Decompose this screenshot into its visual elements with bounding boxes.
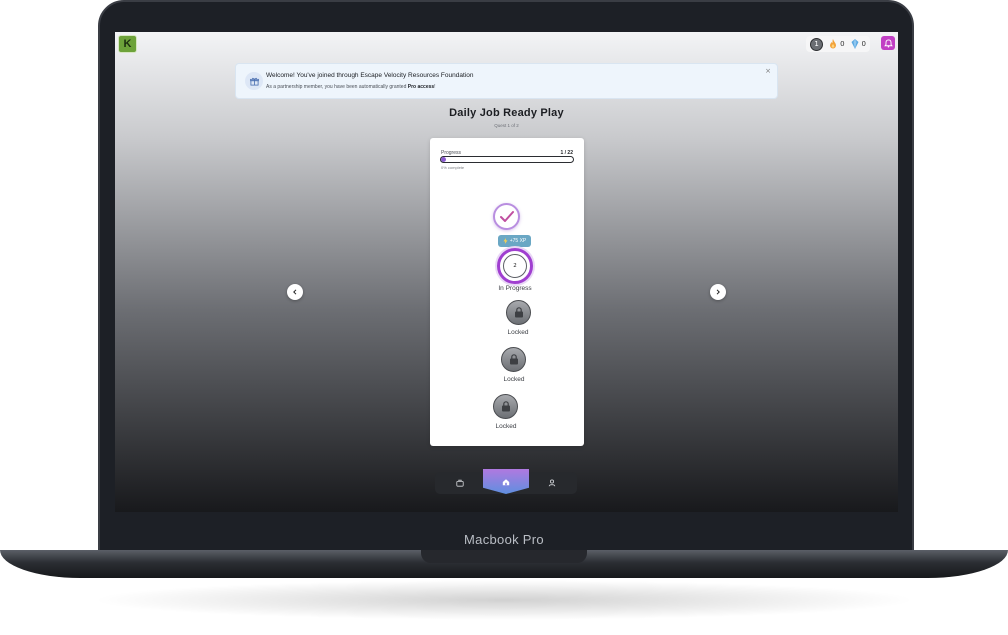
bell-icon	[883, 38, 893, 48]
tab-profile[interactable]	[529, 472, 575, 494]
next-quest-button[interactable]	[710, 284, 726, 300]
gems-stat[interactable]: 0	[851, 39, 866, 49]
user-icon	[548, 479, 556, 487]
partnership-banner: Welcome! You've joined through Escape Ve…	[235, 63, 778, 99]
page-title: Daily Job Ready Play	[449, 107, 564, 119]
stage: K 1 0 0 Welcome! You've joined through E…	[0, 0, 1008, 635]
quest-node-locked-3[interactable]	[493, 394, 518, 419]
notifications-button[interactable]	[881, 36, 895, 50]
briefcase-icon	[456, 479, 464, 487]
level-badge: 1	[810, 37, 824, 51]
progress-fill	[441, 157, 447, 162]
gift-icon	[245, 72, 263, 90]
prev-quest-button[interactable]	[287, 284, 303, 300]
quest-node-locked-1[interactable]	[506, 300, 531, 325]
quest-card: Progress 1 / 22 0% complete +75 XP 2 In …	[430, 138, 584, 446]
streak-stat[interactable]: 0	[829, 39, 845, 49]
lock-icon	[501, 401, 510, 412]
app-logo[interactable]: K	[118, 35, 137, 53]
home-icon	[502, 478, 510, 485]
quest-node-locked-2[interactable]	[501, 347, 526, 372]
lock-icon	[509, 354, 518, 365]
progress-percent: 0% complete	[441, 165, 465, 170]
tab-jobs[interactable]	[437, 472, 483, 494]
gems-count: 0	[861, 40, 866, 48]
current-node-number: 2	[513, 263, 517, 269]
chevron-left-icon	[293, 289, 297, 295]
tab-home[interactable]	[483, 469, 529, 494]
top-stats: 1 0 0	[806, 36, 870, 52]
locked-label-1: Locked	[507, 329, 529, 336]
lightning-icon	[503, 238, 508, 244]
lock-icon	[514, 307, 523, 318]
check-icon	[499, 210, 514, 222]
current-node-label: In Progress	[498, 285, 532, 292]
banner-close-button[interactable]: ×	[765, 67, 771, 75]
quest-count: Quest 1 of 2	[494, 123, 519, 128]
level-stat[interactable]: 1	[810, 37, 824, 51]
progress-bar	[440, 156, 574, 163]
locked-label-2: Locked	[503, 376, 525, 383]
laptop-notch	[421, 550, 587, 563]
banner-title: Welcome! You've joined through Escape Ve…	[266, 72, 474, 79]
xp-chip: +75 XP	[498, 235, 531, 247]
streak-count: 0	[840, 40, 845, 48]
locked-label-3: Locked	[495, 423, 517, 430]
banner-subtitle: As a partnership member, you have been a…	[266, 84, 436, 90]
device-label: Macbook Pro	[464, 532, 544, 547]
gem-icon	[851, 39, 859, 49]
app-screen: K 1 0 0 Welcome! You've joined through E…	[115, 32, 898, 512]
quest-node-current[interactable]: 2	[497, 248, 533, 284]
current-node-inner: 2	[503, 254, 527, 278]
bottom-tab-bar	[435, 469, 577, 494]
chevron-right-icon	[716, 289, 720, 295]
flame-icon	[830, 39, 837, 49]
laptop-shadow	[90, 580, 918, 620]
quest-node-completed[interactable]	[493, 203, 520, 230]
